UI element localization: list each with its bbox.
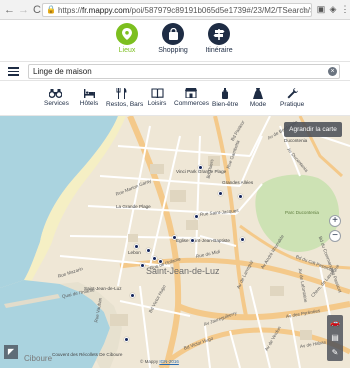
address-bar[interactable]: 🔒 https://fr.mappy.com/poi/587979c89191b… (42, 3, 312, 17)
result-pin[interactable] (124, 337, 129, 342)
place-label: Eglise Saint-Jean-Baptiste (176, 238, 230, 243)
menu-icon[interactable]: ⋮ (340, 4, 350, 15)
city-label: Ciboure (24, 354, 53, 363)
result-pin[interactable] (140, 263, 145, 268)
result-pin[interactable] (158, 259, 163, 264)
back-arrow-icon[interactable]: ← (4, 3, 15, 17)
mode-tabs: Lieux Shopping Itinéraire (0, 20, 350, 60)
category-restos-bars[interactable]: Restos, Bars (106, 88, 143, 108)
map-side-controls: 🚗 ▤ ✎ (327, 315, 343, 361)
wrench-icon (287, 88, 298, 99)
extension-icon[interactable]: ◈ (328, 4, 338, 15)
place-label: Parc Ducontenia (285, 210, 319, 215)
traffic-icon[interactable]: 🚗 (327, 315, 343, 330)
search-bar: × (0, 61, 350, 81)
dress-icon (253, 88, 263, 99)
zoom-in-button[interactable]: + (329, 215, 341, 227)
collapse-arrow-icon[interactable]: ◤ (4, 345, 18, 359)
enlarge-map-button[interactable]: Agrandir la carte (284, 122, 342, 137)
extension-icon[interactable]: ▣ (316, 4, 326, 15)
place-label: Lebon (128, 250, 141, 255)
shop-icon (185, 88, 197, 98)
map-canvas (0, 116, 350, 368)
forward-arrow-icon[interactable]: → (18, 3, 29, 17)
bag-icon (162, 23, 184, 45)
category-mode[interactable]: Mode (249, 88, 267, 108)
browser-toolbar: ← → C 🔒 https://fr.mappy.com/poi/587979c… (0, 0, 350, 20)
book-icon (150, 88, 164, 98)
result-pin[interactable] (238, 194, 243, 199)
ruler-icon[interactable]: ✎ (327, 345, 343, 360)
cutlery-icon (116, 88, 127, 99)
place-label: Ducontenia (284, 138, 308, 143)
result-pin[interactable] (240, 237, 245, 242)
result-pin[interactable] (130, 293, 135, 298)
category-bien-etre[interactable]: Bien-être (212, 88, 238, 108)
result-pin[interactable] (172, 235, 177, 240)
url-text: https://fr.mappy.com/poi/587979c89191b06… (57, 5, 311, 15)
tab-lieux[interactable]: Lieux (102, 23, 152, 54)
place-label: Grandes Allées (222, 180, 254, 185)
lock-icon: 🔒 (46, 5, 56, 14)
tab-itineraire[interactable]: Itinéraire (194, 23, 244, 54)
city-label: Saint-Jean-de-Luz (146, 266, 220, 276)
category-loisirs[interactable]: Loisirs (146, 88, 168, 107)
category-pratique[interactable]: Pratique (280, 88, 304, 108)
reload-icon[interactable]: C (32, 3, 42, 17)
result-pin[interactable] (152, 256, 157, 261)
tab-shopping[interactable]: Shopping (148, 23, 198, 54)
result-pin[interactable] (134, 244, 139, 249)
place-label: La Grande Plage (116, 204, 151, 209)
zoom-out-button[interactable]: − (329, 230, 341, 242)
category-bar: Services Hôtels Restos, Bars Loisirs Com… (0, 82, 350, 116)
place-label: Couvent des Récollets De Ciboure (52, 352, 123, 357)
result-pin[interactable] (198, 165, 203, 170)
map-copyright: © Mappy IGN-2016 (140, 359, 179, 364)
bed-icon (83, 89, 95, 98)
result-pin[interactable] (190, 238, 195, 243)
map-view[interactable]: Vinci Park Grande Plage Grandes Allées P… (0, 116, 350, 368)
layers-icon[interactable]: ▤ (327, 330, 343, 345)
signpost-icon (208, 23, 230, 45)
result-pin[interactable] (146, 248, 151, 253)
bottle-icon (222, 88, 228, 99)
search-input[interactable] (28, 64, 340, 79)
category-hotels[interactable]: Hôtels (79, 88, 99, 107)
bookmark-star-icon[interactable]: ☆ (300, 5, 308, 16)
pin-icon (116, 23, 138, 45)
category-services[interactable]: Services (44, 88, 69, 107)
clear-search-icon[interactable]: × (328, 67, 337, 76)
category-commerces[interactable]: Commerces (174, 88, 209, 107)
result-pin[interactable] (218, 191, 223, 196)
binoculars-icon (48, 89, 62, 98)
hamburger-menu-icon[interactable] (8, 67, 19, 76)
result-pin[interactable] (194, 214, 199, 219)
